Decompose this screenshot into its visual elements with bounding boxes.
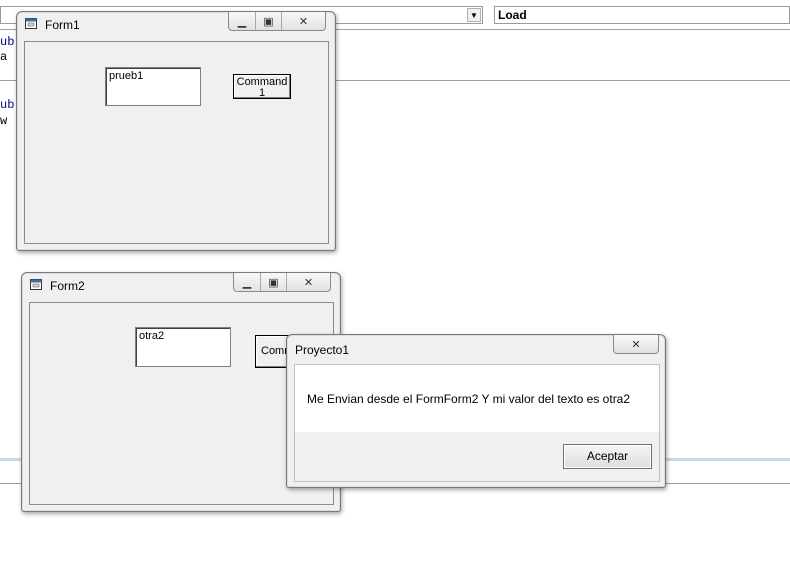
- window-controls: ▁ ▣ ✕: [233, 273, 331, 292]
- command1-button[interactable]: Command 1: [233, 74, 291, 99]
- window-controls: ▁ ▣ ✕: [228, 12, 326, 31]
- window-title: Form1: [45, 18, 80, 32]
- minimize-icon: ▁: [237, 15, 247, 28]
- code-line: w: [0, 114, 8, 128]
- accept-button[interactable]: Aceptar: [563, 444, 652, 469]
- close-button[interactable]: ✕: [286, 273, 330, 291]
- form1-window: Form1 ▁ ▣ ✕ prueb1 Command 1: [16, 11, 336, 251]
- close-icon: ✕: [298, 15, 309, 28]
- form-icon: [30, 279, 42, 290]
- minimize-button[interactable]: ▁: [234, 273, 260, 291]
- form1-textbox[interactable]: prueb1: [105, 67, 201, 106]
- window-title: Proyecto1: [295, 343, 350, 357]
- restore-button[interactable]: ▣: [260, 273, 286, 291]
- chevron-down-icon[interactable]: ▼: [467, 8, 481, 22]
- form1-client-area: prueb1 Command 1: [24, 41, 329, 244]
- procedure-combo[interactable]: Load: [494, 6, 790, 24]
- restore-icon: ▣: [263, 15, 274, 28]
- close-icon: ✕: [303, 276, 314, 289]
- form2-textbox[interactable]: otra2: [135, 327, 231, 367]
- code-line: ub: [0, 35, 15, 49]
- minimize-icon: ▁: [242, 276, 252, 289]
- close-button[interactable]: ✕: [281, 12, 325, 30]
- minimize-button[interactable]: ▁: [229, 12, 255, 30]
- form-icon: [25, 18, 37, 29]
- code-line: ub: [0, 98, 15, 112]
- procedure-combo-value: Load: [498, 8, 527, 22]
- close-icon: ✕: [631, 338, 641, 351]
- restore-button[interactable]: ▣: [255, 12, 281, 30]
- restore-icon: ▣: [268, 276, 279, 289]
- message-text: Me Envian desde el FormForm2 Y mi valor …: [307, 392, 631, 406]
- message-box-body: Me Envian desde el FormForm2 Y mi valor …: [294, 364, 660, 482]
- message-box-footer: Aceptar: [295, 432, 659, 481]
- message-box-window: Proyecto1 ✕ Me Envian desde el FormForm2…: [286, 334, 666, 488]
- close-button[interactable]: ✕: [614, 335, 658, 353]
- window-controls: ✕: [613, 335, 659, 354]
- code-line: a: [0, 50, 8, 64]
- window-title: Form2: [50, 279, 85, 293]
